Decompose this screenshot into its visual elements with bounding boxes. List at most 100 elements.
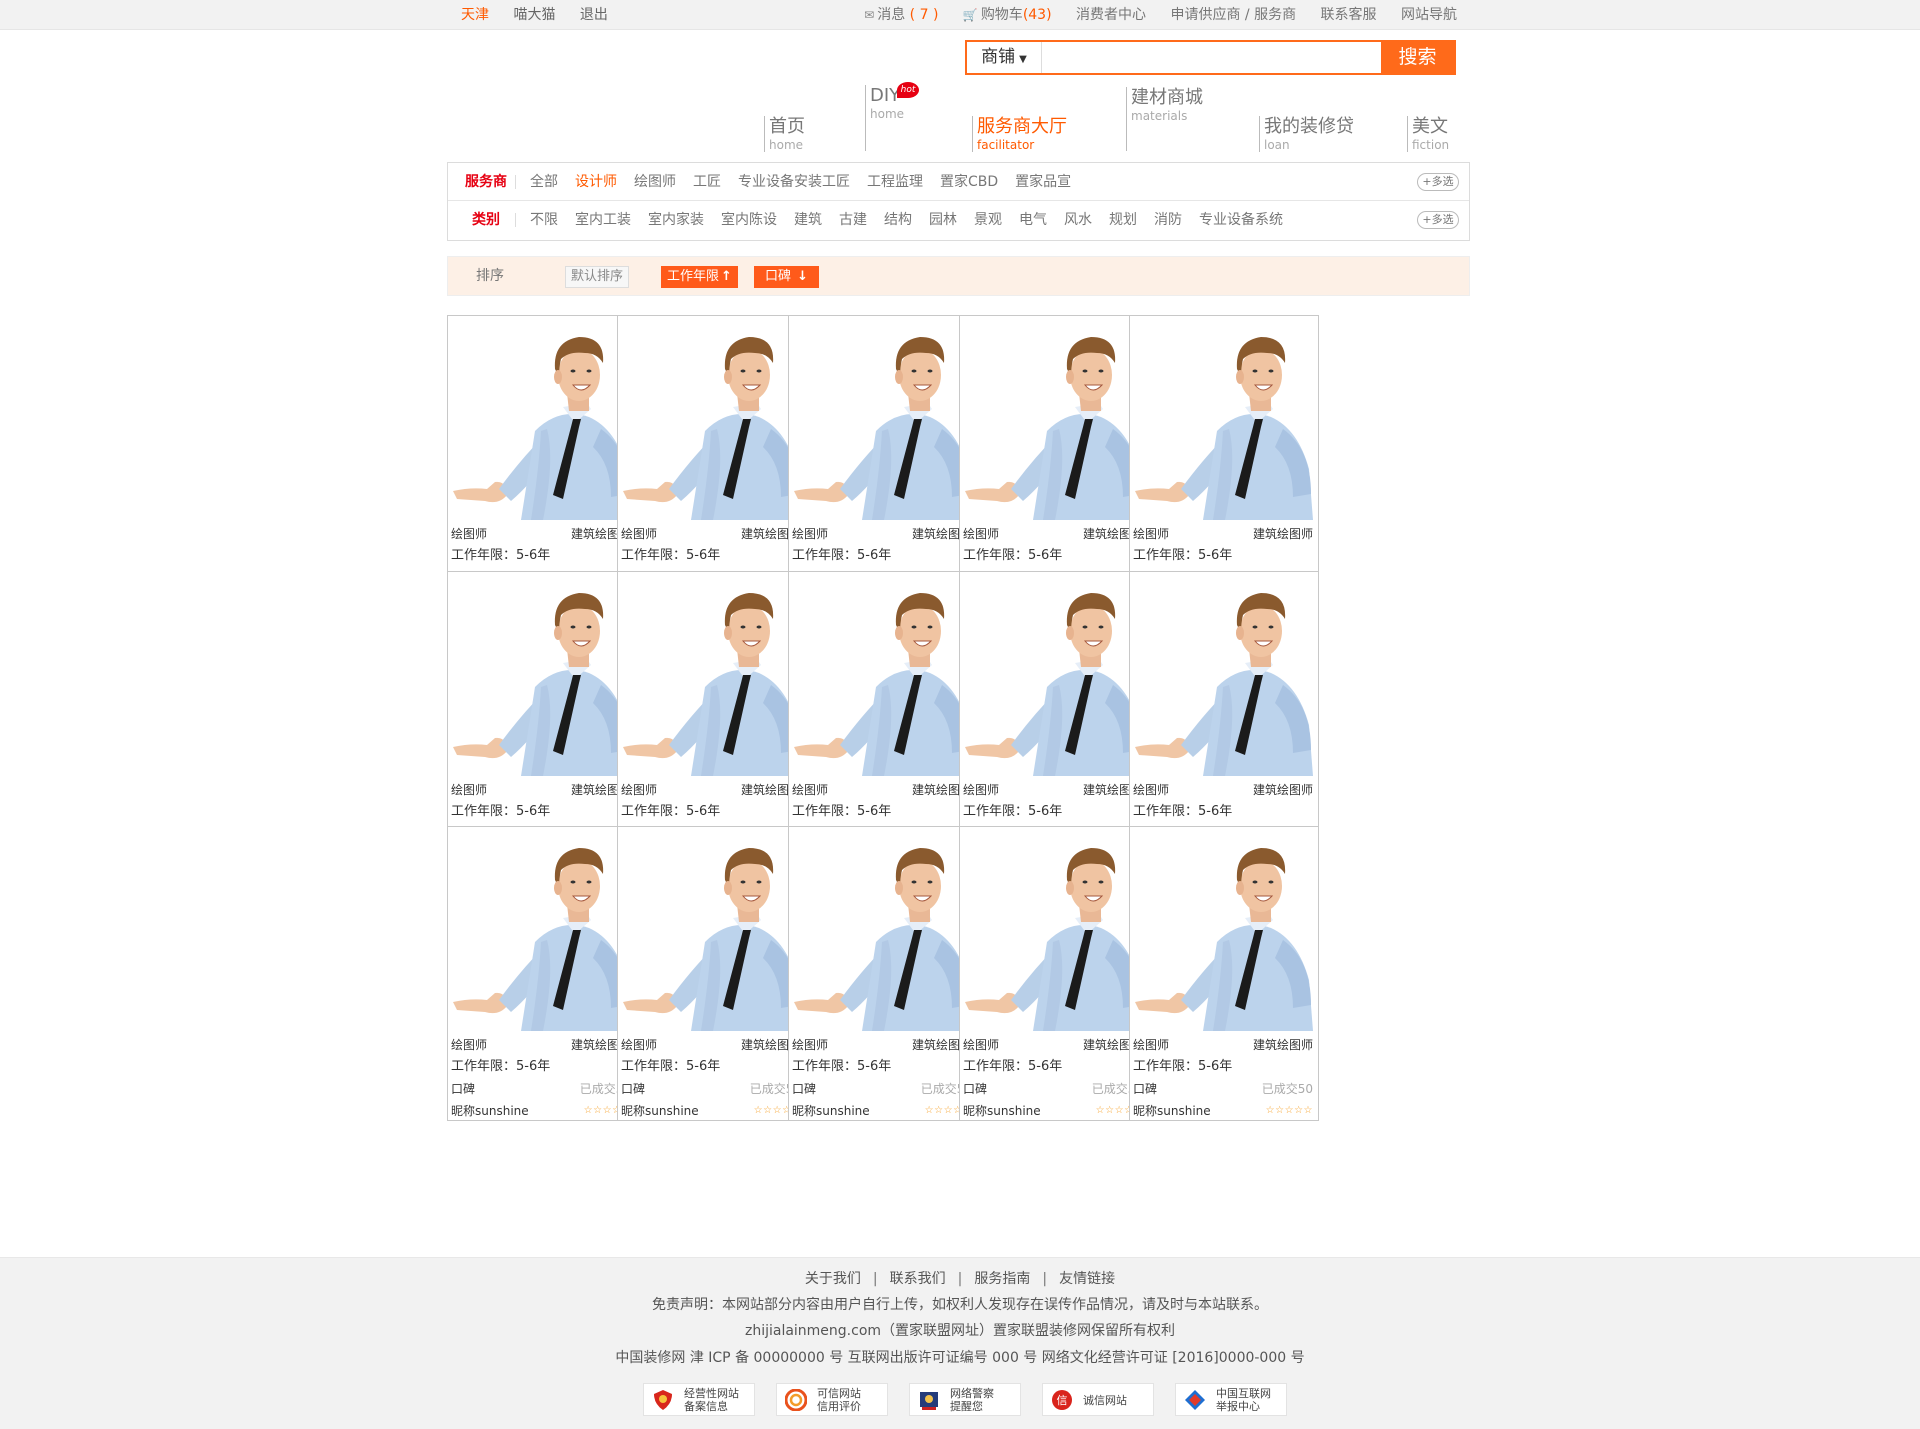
category-filter-option[interactable]: 不限 (530, 212, 558, 228)
provider-filter-option[interactable]: 设计师 (575, 174, 617, 190)
provider-years: 工作年限：5-6年 (1133, 1059, 1233, 1074)
username-link[interactable]: 喵大猫 (513, 7, 555, 23)
category-filter-option[interactable]: 景观 (974, 212, 1002, 228)
provider-years: 工作年限：5-6年 (792, 804, 892, 819)
nav-loan[interactable]: 我的装修贷 loan (1259, 116, 1354, 152)
cart-link[interactable]: 🛒 购物车(43) (963, 7, 1052, 23)
provider-role: 绘图师 (451, 783, 488, 797)
footer-link-friends[interactable]: 友情链接 (1059, 1271, 1115, 1287)
category-filter-option[interactable]: 室内陈设 (721, 212, 777, 228)
footer-link-guide[interactable]: 服务指南 (974, 1271, 1030, 1287)
provider-filter-option[interactable]: 置家品宣 (1015, 174, 1071, 190)
provider-card[interactable]: 绘图师 建筑绘图师 工作年限：5-6年 口碑 已成交50 昵称sunshine … (1129, 826, 1319, 1121)
provider-card[interactable]: 绘图师 建筑绘图师 工作年限：5-6年 口碑 已成交50 昵称sunshine … (447, 571, 637, 866)
provider-card[interactable]: 绘图师 建筑绘图师 工作年限：5-6年 口碑 已成交50 昵称sunshine … (447, 826, 637, 1121)
provider-photo (621, 575, 803, 776)
provider-filter-option[interactable]: 工匠 (693, 174, 721, 190)
provider-filter-option[interactable]: 工程监理 (867, 174, 923, 190)
sort-reputation-button[interactable]: 口碑 ↓ (754, 266, 820, 288)
provider-role: 绘图师 (963, 783, 1000, 797)
provider-card[interactable]: 绘图师 建筑绘图师 工作年限：5-6年 口碑 已成交50 昵称sunshine … (1129, 571, 1319, 866)
provider-card[interactable]: 绘图师 建筑绘图师 工作年限：5-6年 口碑 已成交50 昵称sunshine … (617, 826, 807, 1121)
sort-years-button[interactable]: 工作年限 ↑ (661, 266, 738, 288)
messages-link[interactable]: ✉ 消息 ( 7 ) (864, 7, 938, 23)
search-input[interactable] (1043, 42, 1347, 73)
badge-trusted[interactable]: 可信网站 信用评价 (776, 1383, 888, 1416)
category-filter-option[interactable]: 结构 (884, 212, 912, 228)
provider-card[interactable]: 绘图师 建筑绘图师 工作年限：5-6年 口碑 已成交50 昵称sunshine … (617, 571, 807, 866)
footer-disclaimer: 免责声明：本网站部分内容由用户自行上传，如权利人发现存在误传作品情况，请及时与本… (652, 1297, 1268, 1313)
category-filter-option[interactable]: 规划 (1109, 212, 1137, 228)
nav-facilitator[interactable]: 服务商大厅 facilitator (972, 116, 1067, 152)
provider-card[interactable]: 绘图师 建筑绘图师 工作年限：5-6年 口碑 已成交50 昵称sunshine … (959, 315, 1149, 610)
provider-options: 全部 设计师 绘图师 工匠 专业设备安装工匠 工程监理 置家CBD 置家品宣 (530, 163, 1088, 201)
category-filter-option[interactable]: 专业设备系统 (1199, 212, 1283, 228)
provider-years: 工作年限：5-6年 (621, 1059, 721, 1074)
category-filter-option[interactable]: 风水 (1064, 212, 1092, 228)
badge-cyber-police[interactable]: 网络警察 提醒您 (909, 1383, 1021, 1416)
category-filter-option[interactable]: 室内家装 (648, 212, 704, 228)
provider-card[interactable]: 绘图师 建筑绘图师 工作年限：5-6年 口碑 已成交50 昵称sunshine … (959, 571, 1149, 866)
provider-filter-option[interactable]: 全部 (530, 174, 558, 190)
nav-fiction[interactable]: 美文 fiction (1407, 116, 1449, 152)
nav-materials[interactable]: 建材商城 materials (1126, 87, 1203, 151)
provider-card[interactable]: 绘图师 建筑绘图师 工作年限：5-6年 口碑 已成交50 昵称sunshine … (959, 826, 1149, 1121)
provider-card[interactable]: 绘图师 建筑绘图师 工作年限：5-6年 口碑 已成交50 昵称sunshine … (447, 315, 637, 610)
integrity-site-icon: 信 (1052, 1390, 1072, 1410)
provider-card[interactable]: 绘图师 建筑绘图师 工作年限：5-6年 口碑 已成交50 昵称sunshine … (788, 571, 978, 866)
provider-filter-option[interactable]: 绘图师 (634, 174, 676, 190)
search-button[interactable]: 搜索 (1381, 42, 1454, 73)
provider-years: 工作年限：5-6年 (1133, 548, 1233, 563)
provider-photo (963, 319, 1145, 520)
provider-filter-option[interactable]: 置家CBD (940, 174, 998, 190)
provider-years: 工作年限：5-6年 (621, 548, 721, 563)
multi-select-button[interactable]: +多选 (1417, 211, 1459, 229)
cyber-police-icon (920, 1392, 938, 1410)
badge-report-center[interactable]: 中国互联网 举报中心 (1175, 1383, 1287, 1416)
provider-card[interactable]: 绘图师 建筑绘图师 工作年限：5-6年 口碑 已成交50 昵称sunshine … (788, 315, 978, 610)
provider-role: 绘图师 (451, 1038, 488, 1052)
contact-service-link[interactable]: 联系客服 (1321, 7, 1377, 23)
provider-years: 工作年限：5-6年 (963, 548, 1063, 563)
badge-integrity[interactable]: 信 诚信网站 (1042, 1383, 1154, 1416)
mail-icon: ✉ (864, 8, 875, 22)
provider-photo (792, 830, 974, 1031)
provider-role: 绘图师 (792, 783, 829, 797)
category-filter-option[interactable]: 园林 (929, 212, 957, 228)
provider-filter-option[interactable]: 专业设备安装工匠 (738, 174, 850, 190)
provider-card[interactable]: 绘图师 建筑绘图师 工作年限：5-6年 口碑 已成交50 昵称sunshine … (1129, 315, 1319, 610)
provider-role: 绘图师 (1133, 1038, 1170, 1052)
badge-record[interactable]: 经营性网站 备案信息 (643, 1383, 755, 1416)
provider-reputation-label: 口碑 (451, 1082, 476, 1096)
provider-card[interactable]: 绘图师 建筑绘图师 工作年限：5-6年 口碑 已成交50 昵称sunshine … (788, 826, 978, 1121)
logout-link[interactable]: 退出 (580, 7, 608, 23)
category-filter-option[interactable]: 室内工装 (575, 212, 631, 228)
category-filter-option[interactable]: 建筑 (794, 212, 822, 228)
search-scope-select[interactable]: 商铺 ▼ (967, 42, 1042, 73)
provider-photo (963, 830, 1145, 1031)
category-filter-option[interactable]: 消防 (1154, 212, 1182, 228)
footer-link-about[interactable]: 关于我们 (805, 1271, 861, 1287)
hot-badge: hot (897, 82, 919, 98)
provider-years: 工作年限：5-6年 (1133, 804, 1233, 819)
filter-label-category: 类别 (472, 212, 500, 228)
footer-link-contact[interactable]: 联系我们 (890, 1271, 946, 1287)
provider-card[interactable]: 绘图师 建筑绘图师 工作年限：5-6年 口碑 已成交50 昵称sunshine … (617, 315, 807, 610)
sort-default-button[interactable]: 默认排序 (565, 266, 630, 288)
provider-role: 绘图师 (792, 1038, 829, 1052)
category-filter-option[interactable]: 古建 (839, 212, 867, 228)
provider-info: 绘图师 建筑绘图师 工作年限：5-6年 口碑 已成交50 昵称sunshine … (451, 1034, 633, 1122)
provider-role: 绘图师 (1133, 783, 1170, 797)
city-selector[interactable]: 天津 (461, 7, 489, 23)
nav-diy[interactable]: DIY home hot (865, 82, 919, 151)
trust-badges: 经营性网站 备案信息 可信网站 信用评价 网络警察 提醒您 信 诚信网站 中国互联网举… (643, 1383, 1287, 1417)
site-nav-link[interactable]: 网站导航 (1401, 7, 1457, 23)
provider-years: 工作年限：5-6年 (963, 1059, 1063, 1074)
filter-row-category: 类别 不限 室内工装 室内家装 室内陈设 建筑 古建 结构 园林 景观 电气 风水 规划 消防 专业设备系… (448, 201, 1469, 239)
multi-select-button[interactable]: +多选 (1417, 173, 1459, 191)
nav-home[interactable]: 首页 home (764, 116, 805, 152)
consumer-center-link[interactable]: 消费者中心 (1076, 7, 1146, 23)
category-filter-option[interactable]: 电气 (1019, 212, 1047, 228)
trusted-site-icon (785, 1389, 807, 1411)
apply-supplier-link[interactable]: 申请供应商 / 服务商 (1170, 7, 1296, 23)
